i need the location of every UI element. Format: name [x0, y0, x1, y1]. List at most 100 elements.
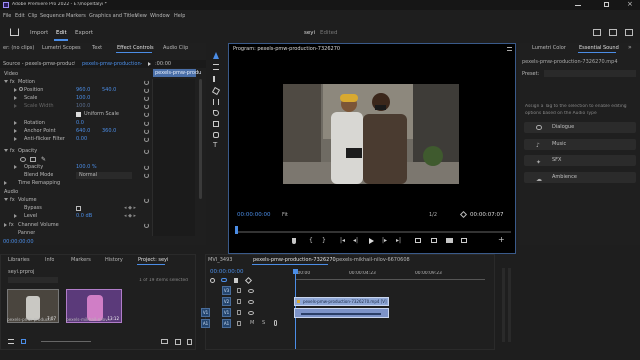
a1-source-patch[interactable]: A1 — [201, 319, 210, 328]
linked-selection-icon[interactable] — [221, 278, 227, 282]
tab-info[interactable]: Info — [45, 257, 54, 263]
menu-clip[interactable]: Clip — [28, 13, 37, 19]
timeline-playhead-head[interactable] — [293, 269, 298, 274]
tab-history[interactable]: History — [105, 257, 123, 263]
track-select-tool-icon[interactable] — [213, 64, 219, 70]
level-keyframe-icon[interactable]: ◂ ◆ ▸ — [124, 213, 136, 220]
v1-lock-icon[interactable] — [237, 310, 241, 315]
play-clip-icon[interactable] — [148, 62, 151, 66]
v2-target[interactable]: V2 — [222, 297, 231, 306]
step-forward-icon[interactable]: |▸ — [382, 237, 387, 244]
timeline-timecode[interactable]: 00:00:00:00 — [210, 269, 244, 275]
a1-mute-icon[interactable]: M — [250, 320, 254, 326]
lift-icon[interactable] — [415, 238, 421, 243]
extract-icon[interactable] — [431, 238, 437, 243]
program-scrubber[interactable] — [235, 231, 511, 233]
settings-wrench-icon[interactable] — [459, 210, 468, 219]
program-playhead[interactable] — [235, 226, 238, 234]
rectangle-tool-icon[interactable] — [213, 121, 219, 127]
position-x-value[interactable]: 960.0 — [76, 87, 90, 94]
ripple-edit-tool-icon[interactable] — [213, 76, 219, 82]
tab-sequence-2[interactable]: pexels-pmw-production-7326270 — [253, 257, 336, 263]
menu-file[interactable]: File — [3, 13, 11, 19]
reset-antiflicker-icon[interactable] — [144, 137, 149, 142]
v3-target[interactable]: V3 — [222, 286, 231, 295]
sfx-button[interactable]: ✦ SFX — [524, 155, 636, 166]
reset-opacity-section-icon[interactable] — [144, 149, 149, 154]
v1-target[interactable]: V1 — [222, 308, 231, 317]
tab-lumetri-color[interactable]: Lumetri Color — [532, 45, 566, 51]
program-menu-icon[interactable] — [507, 47, 512, 51]
v2-lock-icon[interactable] — [237, 299, 241, 304]
reset-opacity-icon[interactable] — [144, 165, 149, 170]
a1-target[interactable]: A1 — [222, 319, 231, 328]
tab-sequence-3[interactable]: pexels-mikhail-nilov-6670608 — [336, 257, 410, 263]
a1-mic-icon[interactable] — [274, 320, 277, 326]
position-y-value[interactable]: 540.0 — [102, 87, 116, 94]
fullscreen-icon[interactable] — [625, 29, 633, 36]
step-back-icon[interactable]: ◂| — [353, 237, 358, 244]
opacity-section-label[interactable]: Opacity — [18, 148, 37, 155]
tab-export[interactable]: Export — [75, 30, 93, 36]
tab-text[interactable]: Text — [92, 45, 102, 51]
effect-scrollbar[interactable] — [199, 79, 202, 199]
timeline-settings-icon[interactable] — [244, 276, 253, 285]
maximize-icon[interactable] — [604, 2, 609, 7]
list-view-icon[interactable] — [8, 339, 14, 344]
tab-source[interactable]: er: (no clips) — [3, 45, 34, 51]
opacity-value[interactable]: 100.0 % — [76, 164, 97, 171]
home-icon[interactable] — [10, 28, 19, 36]
stopwatch-icon[interactable] — [19, 87, 23, 91]
menu-edit[interactable]: Edit — [15, 13, 25, 19]
type-tool-icon[interactable]: T — [213, 141, 217, 149]
play-icon[interactable] — [369, 238, 374, 244]
motion-label[interactable]: Motion — [18, 79, 35, 86]
tab-essential-sound[interactable]: Essential Sound — [579, 45, 619, 51]
time-remapping-label[interactable]: Time Remapping — [18, 180, 60, 187]
v1-source-patch[interactable]: V1 — [201, 308, 210, 317]
menu-sequence[interactable]: Sequence — [40, 13, 65, 19]
menu-graphics[interactable]: Graphics and Titles — [89, 13, 137, 19]
dialogue-button[interactable]: Dialogue — [524, 122, 636, 133]
reset-position-icon[interactable] — [144, 88, 149, 93]
video-clip[interactable]: pexels-pmw-production-7326270.mp4 [V] — [294, 297, 389, 306]
quick-export-icon[interactable] — [609, 29, 617, 36]
tab-edit[interactable]: Edit — [56, 30, 67, 36]
tab-import[interactable]: Import — [30, 30, 48, 36]
effect-timecode[interactable]: 00:00:00:00 — [3, 239, 34, 245]
reset-scale-icon[interactable] — [144, 96, 149, 101]
pen-mask-icon[interactable]: ✎ — [41, 156, 46, 163]
sequence-label[interactable]: pexels-pmw-production-73... — [82, 61, 142, 67]
rotation-value[interactable]: 0.0 — [76, 120, 84, 127]
selection-tool-icon[interactable] — [213, 52, 219, 59]
go-to-in-icon[interactable]: |◂ — [340, 237, 345, 244]
pen-tool-icon[interactable] — [213, 110, 219, 116]
rectangle-mask-icon[interactable] — [30, 157, 36, 162]
new-bin-icon[interactable] — [161, 339, 168, 344]
work-area-bar[interactable] — [295, 279, 485, 280]
reset-blend-icon[interactable] — [144, 173, 149, 178]
reset-uniform-icon[interactable] — [144, 112, 149, 117]
reset-rotation-icon[interactable] — [144, 121, 149, 126]
v3-eye-icon[interactable] — [248, 289, 254, 293]
hand-tool-icon[interactable] — [213, 132, 219, 138]
level-value[interactable]: 0.0 dB — [76, 213, 92, 220]
tab-sequence-1[interactable]: MVI_3493 — [208, 257, 232, 263]
channel-volume-label[interactable]: Channel Volume — [18, 222, 59, 229]
antiflicker-value[interactable]: 0.00 — [76, 136, 87, 143]
bypass-checkbox[interactable] — [76, 206, 81, 211]
program-timecode-left[interactable]: 00:00:00:00 — [237, 212, 271, 218]
reset-channel-icon[interactable] — [144, 223, 149, 228]
music-button[interactable]: ♪ Music — [524, 139, 636, 150]
menu-window[interactable]: Window — [150, 13, 170, 19]
v3-lock-icon[interactable] — [237, 288, 241, 293]
source-label[interactable]: Source - pexels-pmw-production-7... — [3, 61, 75, 67]
video-frame[interactable] — [283, 84, 459, 184]
reset-volume-icon[interactable] — [144, 198, 149, 203]
anchor-y-value[interactable]: 360.0 — [102, 128, 116, 135]
mark-in-icon[interactable]: { — [309, 237, 313, 244]
blend-mode-select[interactable]: Normal — [76, 172, 132, 179]
new-item-icon[interactable] — [175, 339, 181, 345]
a1-solo-icon[interactable]: S — [262, 320, 265, 326]
icon-view-icon[interactable] — [21, 339, 26, 344]
